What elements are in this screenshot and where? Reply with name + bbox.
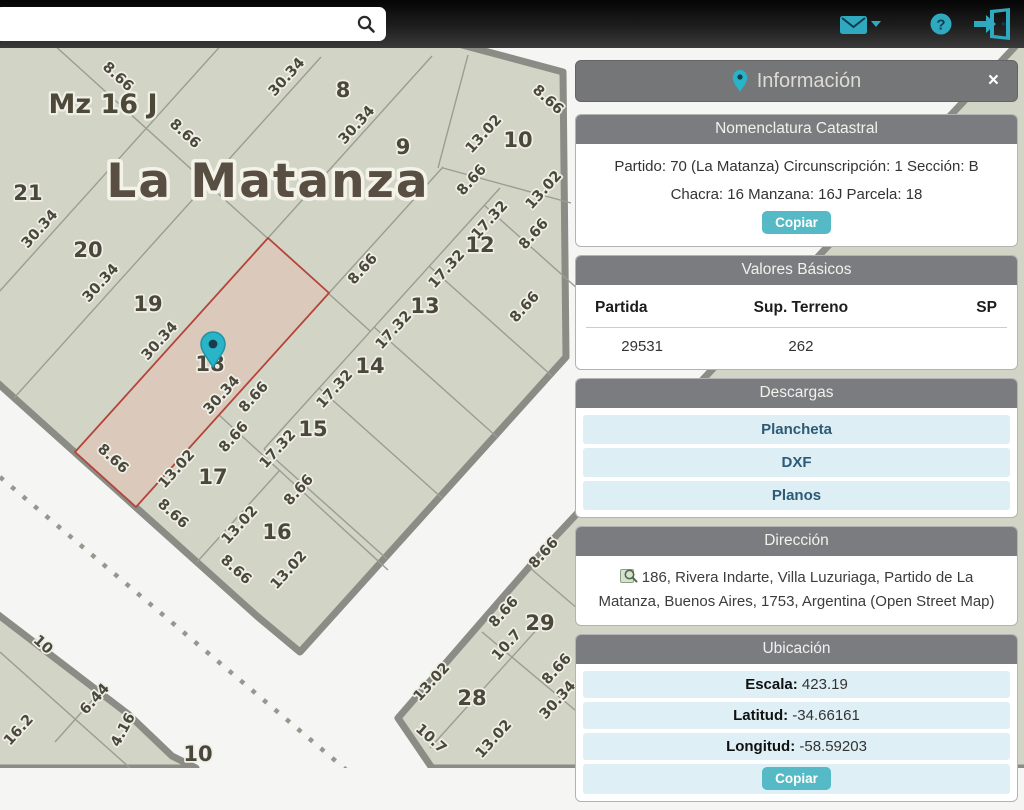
- map-label: 10: [503, 128, 532, 152]
- logout-button[interactable]: [972, 8, 1014, 40]
- column-header: Partida: [576, 295, 708, 327]
- top-bar: ?: [0, 0, 1024, 48]
- messages-menu-button[interactable]: [838, 8, 884, 40]
- section-descargas: Descargas Plancheta DXF Planos: [575, 378, 1018, 518]
- map-label: 17: [198, 465, 227, 489]
- download-item[interactable]: DXF: [583, 448, 1010, 477]
- map-label: 19: [133, 292, 162, 316]
- location-value: -34.66161: [788, 707, 860, 724]
- location-row: Latitud: -34.66161: [583, 702, 1010, 729]
- panel-title: Información: [732, 69, 862, 93]
- section-valores: Valores Básicos PartidaSup. TerrenoSP 29…: [575, 255, 1018, 370]
- column-header: Sup. Terreno: [708, 295, 893, 327]
- table-cell: 29531: [576, 328, 708, 355]
- section-title: Dirección: [576, 527, 1017, 556]
- map-label: 21: [13, 181, 42, 205]
- download-item[interactable]: Planos: [583, 481, 1010, 510]
- nomenclatura-text: Partido: 70 (La Matanza) Circunscripción…: [614, 158, 978, 203]
- location-label: Latitud:: [733, 707, 788, 724]
- map-label: 14: [355, 354, 384, 378]
- svg-text:?: ?: [936, 17, 945, 34]
- map-label: 15: [298, 417, 327, 441]
- map-label: Mz 16 J: [48, 89, 157, 120]
- section-direccion: Dirección 186, Rivera Indarte, Villa Luz…: [575, 526, 1018, 626]
- map-label: 13: [410, 294, 439, 318]
- exit-door-icon: [972, 8, 1014, 40]
- map-search-icon: [620, 568, 638, 584]
- location-value: 423.19: [798, 676, 848, 693]
- copy-row: Copiar: [583, 764, 1010, 794]
- section-nomenclatura: Nomenclatura Catastral Partido: 70 (La M…: [575, 114, 1018, 247]
- envelope-icon: [838, 8, 884, 40]
- table-cell: 262: [708, 328, 893, 355]
- column-header: SP: [894, 295, 1017, 327]
- section-title: Ubicación: [576, 635, 1017, 664]
- help-button[interactable]: ?: [928, 8, 954, 40]
- pin-icon: [732, 69, 748, 93]
- close-icon[interactable]: ×: [982, 69, 1005, 93]
- question-icon: ?: [928, 8, 954, 40]
- search-input[interactable]: [0, 7, 386, 41]
- map-label: 10: [183, 742, 212, 766]
- map-label: 8: [336, 78, 351, 102]
- valores-table: PartidaSup. TerrenoSP 29531262: [576, 285, 1017, 369]
- location-row: Longitud: -58.59203: [583, 733, 1010, 760]
- map-label: 28: [457, 686, 486, 710]
- section-title: Descargas: [576, 379, 1017, 408]
- caret-down-icon: [871, 21, 881, 27]
- table-cell: [894, 328, 1017, 355]
- section-title: Nomenclatura Catastral: [576, 115, 1017, 144]
- map-label: 29: [525, 611, 554, 635]
- section-title: Valores Básicos: [576, 256, 1017, 285]
- download-item[interactable]: Plancheta: [583, 415, 1010, 444]
- address-text: 186, Rivera Indarte, Villa Luzuriaga, Pa…: [598, 569, 994, 609]
- map-label: 16: [262, 520, 291, 544]
- copy-button[interactable]: Copiar: [762, 767, 831, 790]
- copy-button[interactable]: Copiar: [762, 211, 831, 234]
- location-row: Escala: 423.19: [583, 671, 1010, 698]
- map-label: 12: [465, 233, 494, 257]
- location-label: Escala:: [745, 676, 798, 693]
- info-panel: Información × Nomenclatura Catastral Par…: [575, 60, 1018, 810]
- search-icon[interactable]: [356, 14, 376, 34]
- map-label: 20: [73, 238, 102, 262]
- location-value: -58.59203: [795, 738, 867, 755]
- map-label: La Matanza: [106, 154, 429, 209]
- panel-header: Información ×: [575, 60, 1018, 102]
- location-label: Longitud:: [726, 738, 795, 755]
- section-ubicacion: Ubicación Escala: 423.19 Latitud: -34.661…: [575, 634, 1018, 802]
